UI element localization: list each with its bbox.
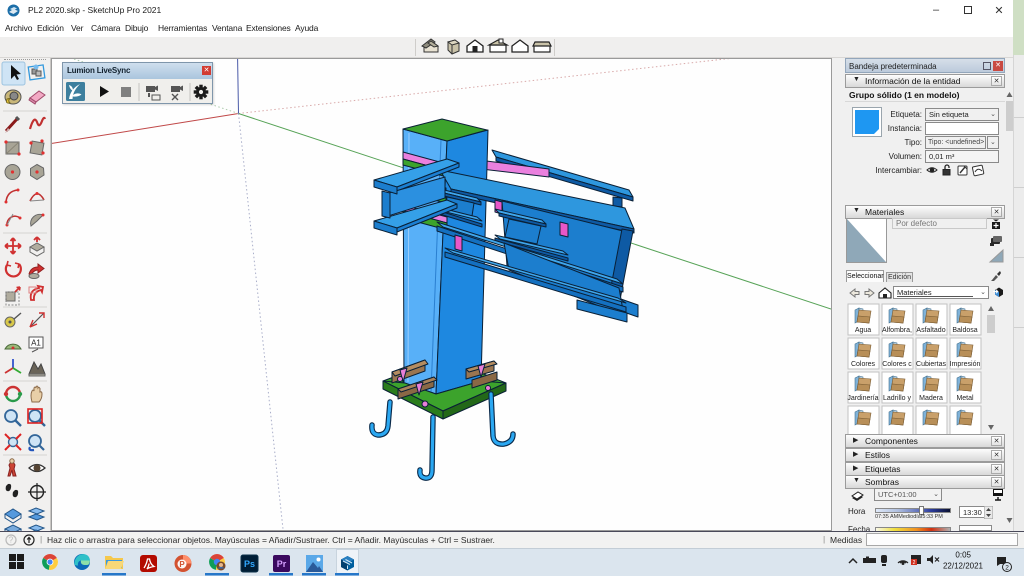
svg-text:Colores c: Colores c — [882, 361, 912, 368]
svg-text:Colores: Colores — [851, 361, 876, 368]
svg-text:Pr: Pr — [277, 559, 287, 569]
svg-text:0:05: 0:05 — [955, 551, 971, 560]
svg-text:Asfaltado: Asfaltado — [916, 327, 945, 334]
svg-text:P: P — [179, 560, 185, 569]
svg-text:Ps: Ps — [244, 559, 255, 569]
svg-text:Agua: Agua — [855, 327, 871, 334]
svg-text:Impresión: Impresión — [950, 361, 981, 368]
svg-text:Ladrillo y: Ladrillo y — [883, 395, 912, 402]
svg-text:2: 2 — [1005, 565, 1009, 572]
svg-text:Jardinería: Jardinería — [847, 395, 878, 402]
svg-text:?: ? — [9, 536, 14, 545]
svg-text:Madera: Madera — [919, 395, 943, 402]
svg-text:Cubiertas: Cubiertas — [916, 361, 946, 368]
svg-text:Alfombra,: Alfombra, — [882, 327, 912, 334]
svg-text:Baldosa: Baldosa — [952, 327, 977, 334]
svg-text:22/12/2021: 22/12/2021 — [943, 562, 984, 571]
svg-text:2: 2 — [913, 560, 916, 566]
svg-text:A1: A1 — [31, 339, 41, 348]
svg-text:Metal: Metal — [956, 395, 974, 402]
